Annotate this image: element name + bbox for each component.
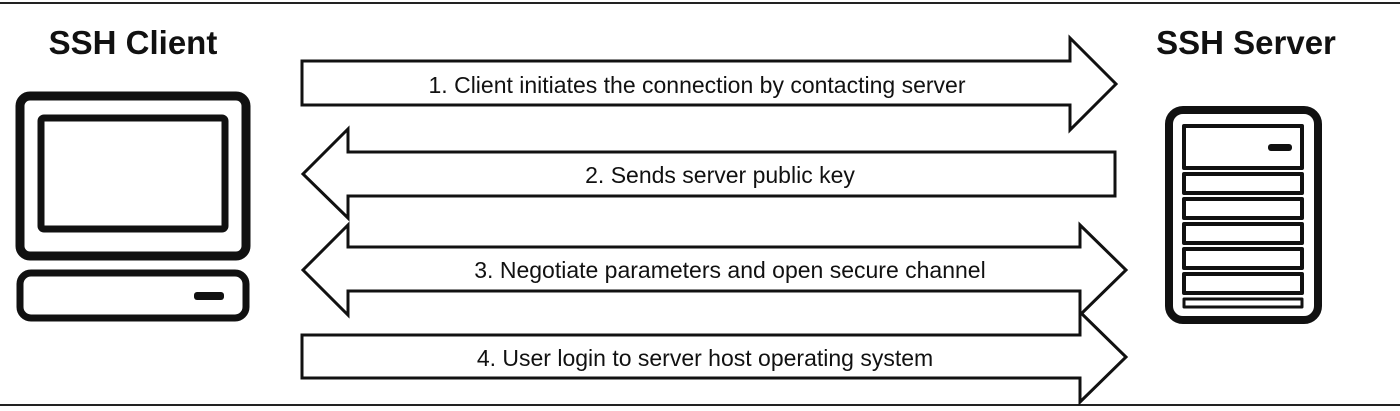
monitor-screen	[37, 114, 229, 233]
ssh-handshake-diagram: SSH Client SSH Server 1. Client initiate…	[0, 2, 1400, 406]
tower-drive-bay	[1182, 297, 1304, 309]
step-4-arrow: 4. User login to server host operating s…	[300, 308, 1129, 406]
tower-drive-bay	[1182, 197, 1304, 220]
step-1-label: 1. Client initiates the connection by co…	[429, 72, 966, 98]
step-2-label: 2. Sends server public key	[585, 162, 855, 188]
server-tower-icon	[1165, 106, 1322, 324]
tower-indicator-light	[1268, 144, 1292, 151]
tower-case	[1165, 106, 1322, 324]
desktop-computer-icon	[15, 91, 251, 322]
server-title: SSH Server	[1156, 24, 1336, 61]
tower-drive-bay	[1182, 222, 1304, 245]
drive-slot	[194, 292, 224, 300]
step-3-label: 3. Negotiate parameters and open secure …	[474, 257, 985, 283]
step-1-arrow: 1. Client initiates the connection by co…	[300, 34, 1119, 134]
tower-drive-bay	[1182, 272, 1304, 295]
tower-drive-bay	[1182, 172, 1304, 195]
tower-drive-bay	[1182, 247, 1304, 270]
step-4-label: 4. User login to server host operating s…	[477, 345, 933, 371]
client-title: SSH Client	[49, 24, 218, 61]
step-3-arrow: 3. Negotiate parameters and open secure …	[300, 221, 1129, 319]
step-2-arrow: 2. Sends server public key	[300, 125, 1117, 222]
